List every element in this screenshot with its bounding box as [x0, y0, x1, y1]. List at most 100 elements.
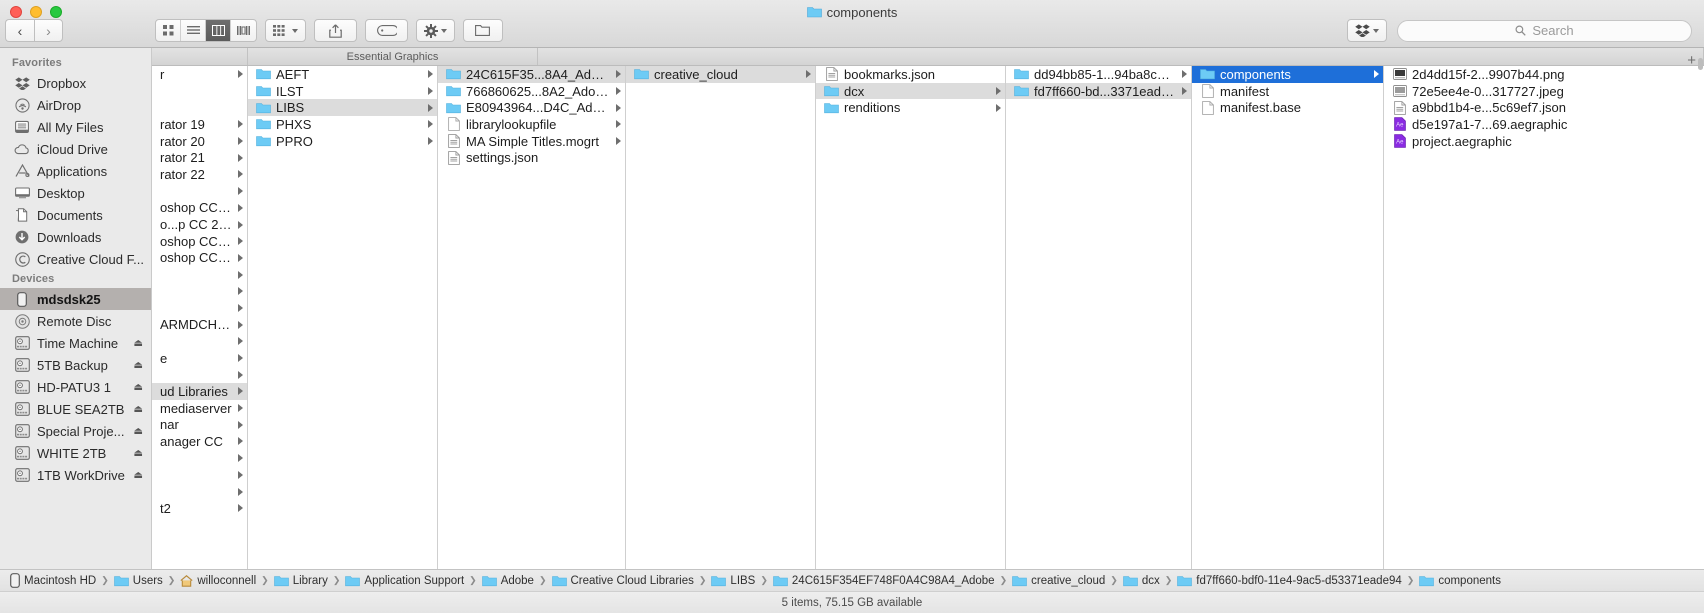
columns-container[interactable]: r rator 19 rator 20 rator 21 rator 22 oshop C… [152, 66, 1704, 569]
disclosure-arrow-icon[interactable] [1696, 137, 1701, 145]
disclosure-arrow-icon[interactable] [996, 103, 1001, 112]
column-row[interactable]: e [152, 350, 247, 367]
sidebar-item-all-my-files[interactable]: All My Files [0, 116, 151, 138]
path-item-creative-cloud[interactable]: creative_cloud [1012, 575, 1105, 587]
disclosure-arrow-icon[interactable] [238, 237, 243, 246]
tag-button[interactable] [365, 19, 408, 42]
vertical-scrollbar[interactable] [1698, 58, 1703, 70]
column-row[interactable]: oshop CC 2017 [152, 233, 247, 250]
column-adobeid-contents[interactable]: creative_cloud [626, 66, 816, 569]
column-creative-cloud[interactable]: bookmarks.json dcx renditions [816, 66, 1006, 569]
disclosure-arrow-icon[interactable] [428, 103, 433, 112]
path-item-24c615f354ef748f0a4c98a4-adobe[interactable]: 24C615F354EF748F0A4C98A4_Adobe [773, 575, 995, 587]
disclosure-arrow-icon[interactable] [1696, 120, 1701, 128]
eject-icon[interactable]: ⏏ [134, 448, 143, 459]
column-row[interactable]: oshop CC 2015 [152, 200, 247, 217]
new-folder-button[interactable] [463, 19, 503, 42]
disclosure-arrow-icon[interactable] [238, 87, 243, 95]
column-libs-group[interactable]: AEFT ILST LIBS PHXS PPRO [248, 66, 438, 569]
column-row[interactable]: 2d4dd15f-2...9907b44.png [1384, 66, 1704, 83]
column-row[interactable] [152, 467, 247, 484]
disclosure-arrow-icon[interactable] [238, 320, 243, 329]
column-row[interactable]: 766860625...8A2_AdobeID [438, 83, 625, 100]
disclosure-arrow-icon[interactable] [616, 137, 621, 146]
sidebar-item-creative-cloud-f[interactable]: Creative Cloud F... [0, 248, 151, 270]
column-row[interactable]: E80943964...D4C_AdobeID [438, 99, 625, 116]
path-item-users[interactable]: Users [113, 575, 163, 587]
column-row[interactable] [152, 183, 247, 200]
disclosure-arrow-icon[interactable] [1696, 104, 1701, 112]
disclosure-arrow-icon[interactable] [238, 137, 243, 146]
disclosure-arrow-icon[interactable] [238, 437, 243, 446]
path-item-fd7ff660-bdf0-11e4-9ac5-d53371eade94[interactable]: fd7ff660-bdf0-11e4-9ac5-d53371eade94 [1177, 575, 1402, 587]
sidebar-item-documents[interactable]: Documents [0, 204, 151, 226]
sidebar-item-white-2tb[interactable]: WHITE 2TB ⏏ [0, 442, 151, 464]
path-item-application-support[interactable]: Application Support [345, 575, 464, 587]
path-item-willoconnell[interactable]: willoconnell [180, 575, 256, 587]
column-row[interactable] [152, 99, 247, 116]
disclosure-arrow-icon[interactable] [428, 87, 433, 96]
disclosure-arrow-icon[interactable] [616, 120, 621, 129]
column-dcx-item[interactable]: components manifest manifest.base [1192, 66, 1384, 569]
column-view-button[interactable] [206, 20, 231, 41]
column-row[interactable] [152, 333, 247, 350]
icon-view-button[interactable] [156, 20, 181, 41]
disclosure-arrow-icon[interactable] [238, 153, 243, 162]
disclosure-arrow-icon[interactable] [238, 420, 243, 429]
path-item-macintosh-hd[interactable]: Macintosh HD [10, 573, 96, 588]
column-row[interactable] [152, 83, 247, 100]
sidebar-item-5tb-backup[interactable]: 5TB Backup ⏏ [0, 354, 151, 376]
eject-icon[interactable]: ⏏ [134, 382, 143, 393]
column-row[interactable]: Ae d5e197a1-7...69.aegraphic [1384, 116, 1704, 133]
column-row[interactable] [152, 300, 247, 317]
disclosure-arrow-icon[interactable] [238, 387, 243, 396]
sidebar-item-downloads[interactable]: Downloads [0, 226, 151, 248]
disclosure-arrow-icon[interactable] [1696, 70, 1701, 78]
column-row[interactable]: o...p CC 2015.5 [152, 216, 247, 233]
share-button[interactable] [314, 19, 357, 42]
disclosure-arrow-icon[interactable] [1182, 87, 1187, 96]
column-row[interactable]: LIBS [248, 99, 437, 117]
column-row[interactable]: rator 21 [152, 149, 247, 166]
path-bar[interactable]: Macintosh HD ❯ Users ❯ willoconnell ❯ Library ❯… [0, 569, 1704, 591]
disclosure-arrow-icon[interactable] [428, 70, 433, 79]
action-menu-button[interactable] [416, 19, 455, 42]
disclosure-arrow-icon[interactable] [996, 87, 1001, 96]
path-item-dcx[interactable]: dcx [1123, 575, 1160, 587]
eject-icon[interactable]: ⏏ [134, 426, 143, 437]
disclosure-arrow-icon[interactable] [996, 70, 1001, 78]
list-view-button[interactable] [181, 20, 206, 41]
column-row[interactable]: rator 20 [152, 133, 247, 150]
sidebar-item-special-proje[interactable]: Special Proje... ⏏ [0, 420, 151, 442]
path-item-components[interactable]: components [1419, 575, 1501, 587]
eject-icon[interactable]: ⏏ [134, 404, 143, 415]
dropbox-toolbar-button[interactable] [1347, 19, 1387, 42]
column-row[interactable]: AEFT [248, 66, 437, 83]
column-row[interactable] [152, 266, 247, 283]
column-row[interactable] [152, 483, 247, 500]
column-components[interactable]: 2d4dd15f-2...9907b44.png 72e5ee4e-0...317… [1384, 66, 1704, 569]
disclosure-arrow-icon[interactable] [1374, 104, 1379, 112]
disclosure-arrow-icon[interactable] [238, 454, 243, 463]
column-row[interactable]: ARMDCHelper [152, 316, 247, 333]
path-item-libs[interactable]: LIBS [711, 575, 755, 587]
column-row[interactable]: 24C615F35...8A4_AdobeID [438, 66, 625, 83]
search-input[interactable]: Search [1397, 19, 1692, 42]
column-row[interactable]: bookmarks.json [816, 66, 1005, 83]
column-scrolled-left[interactable]: r rator 19 rator 20 rator 21 rator 22 oshop C… [152, 66, 248, 569]
disclosure-arrow-icon[interactable] [428, 137, 433, 146]
column-row[interactable] [152, 450, 247, 467]
sidebar-item-dropbox[interactable]: Dropbox [0, 72, 151, 94]
column-row[interactable]: renditions [816, 99, 1005, 116]
disclosure-arrow-icon[interactable] [616, 70, 621, 79]
disclosure-arrow-icon[interactable] [616, 154, 621, 162]
sidebar[interactable]: Favorites Dropbox AirDrop All My Files iClou… [0, 48, 152, 569]
disclosure-arrow-icon[interactable] [238, 470, 243, 479]
column-row[interactable]: 72e5ee4e-0...317727.jpeg [1384, 83, 1704, 100]
disclosure-arrow-icon[interactable] [238, 104, 243, 112]
disclosure-arrow-icon[interactable] [1374, 87, 1379, 95]
sidebar-item-icloud-drive[interactable]: iCloud Drive [0, 138, 151, 160]
column-row[interactable]: ILST [248, 83, 437, 100]
sidebar-item-airdrop[interactable]: AirDrop [0, 94, 151, 116]
column-row[interactable]: anager CC [152, 433, 247, 450]
